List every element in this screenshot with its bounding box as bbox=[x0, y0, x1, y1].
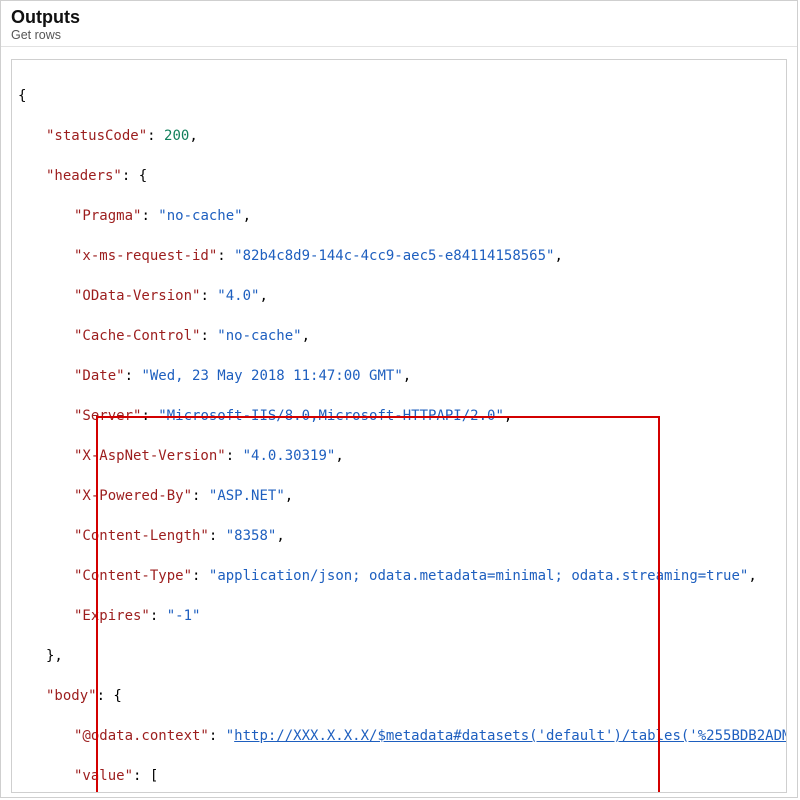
header-x-powered-by: ASP.NET bbox=[217, 488, 276, 504]
json-output[interactable]: { "statusCode": 200, "headers": { "Pragm… bbox=[11, 59, 787, 793]
header-pragma: no-cache bbox=[167, 208, 234, 224]
header-content-length: 8358 bbox=[234, 528, 268, 544]
header-x-ms-request-id: 82b4c8d9-144c-4cc9-aec5-e84114158565 bbox=[243, 248, 546, 264]
header-x-aspnet-version: 4.0.30319 bbox=[251, 448, 327, 464]
panel-title: Outputs bbox=[11, 7, 787, 28]
header-server: Microsoft-IIS/8.0,Microsoft-HTTPAPI/2.0 bbox=[167, 408, 496, 424]
status-code-value: 200 bbox=[164, 128, 189, 144]
header-content-type: application/json; odata.metadata=minimal… bbox=[217, 568, 740, 584]
panel-subtitle: Get rows bbox=[11, 28, 787, 42]
header-date: Wed, 23 May 2018 11:47:00 GMT bbox=[150, 368, 394, 384]
panel-header: Outputs Get rows bbox=[1, 1, 797, 47]
outputs-panel: Outputs Get rows { "statusCode": 200, "h… bbox=[0, 0, 798, 798]
header-cache-control: no-cache bbox=[226, 328, 293, 344]
header-expires: -1 bbox=[175, 608, 192, 624]
odata-context-link[interactable]: http://XXX.X.X.X/$metadata#datasets('def… bbox=[234, 728, 787, 744]
panel-body: { "statusCode": 200, "headers": { "Pragm… bbox=[1, 47, 797, 793]
header-odata-version: 4.0 bbox=[226, 288, 251, 304]
